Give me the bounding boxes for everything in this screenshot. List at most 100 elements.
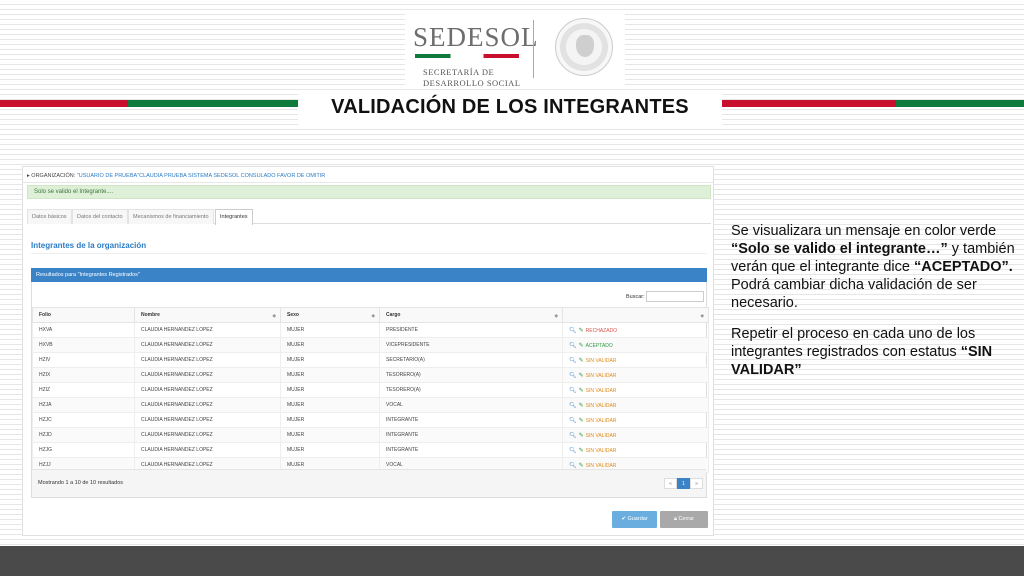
description: Se visualizara un mensaje en color verde… bbox=[731, 222, 1015, 392]
sort-icon: ◆ bbox=[272, 313, 276, 318]
view-icon[interactable]: 🔍︎ bbox=[569, 432, 577, 439]
edit-icon[interactable]: ✎ bbox=[579, 387, 584, 394]
tab-mecanismos-financiamiento[interactable]: Mecanismos de financiamiento bbox=[128, 209, 214, 224]
cell-acciones: 🔍︎ ✎ ACEPTADO bbox=[562, 337, 709, 353]
table-row: HXVB CLAUDIA HERNANDEZ LOPEZ MUJER VICEPRES… bbox=[32, 337, 709, 353]
cell-acciones: 🔍︎ ✎ SIN VALIDAR bbox=[562, 412, 709, 428]
save-button[interactable]: ✔ Guardar bbox=[612, 511, 657, 528]
view-icon[interactable]: 🔍︎ bbox=[569, 342, 577, 349]
status-badge: SIN VALIDAR bbox=[585, 387, 617, 394]
search-input[interactable] bbox=[646, 291, 704, 302]
cell-folio: HZIZ bbox=[32, 382, 135, 398]
column-header-acciones: ◆ bbox=[562, 307, 709, 323]
logo-divider bbox=[533, 20, 534, 78]
sort-icon: ◆ bbox=[700, 313, 704, 318]
cell-folio: HZJD bbox=[32, 427, 135, 443]
divider bbox=[23, 182, 713, 183]
cell-sexo: MUJER bbox=[280, 442, 380, 458]
tab-integrantes[interactable]: Integrantes bbox=[215, 209, 253, 225]
results-body: Buscar: Folio Nombre ◆ Sexo ◆ Cargo ◆ ◆ HXV… bbox=[31, 282, 709, 498]
close-button[interactable]: 🔒︎ Cerrar bbox=[660, 511, 708, 528]
cell-nombre: CLAUDIA HERNANDEZ LOPEZ bbox=[134, 352, 281, 368]
cell-folio: HZJG bbox=[32, 442, 135, 458]
flag-bar-left bbox=[0, 100, 298, 107]
view-icon[interactable]: 🔍︎ bbox=[569, 462, 577, 469]
view-icon[interactable]: 🔍︎ bbox=[569, 402, 577, 409]
cell-cargo: SECRETARIO(A) bbox=[379, 352, 563, 368]
cell-sexo: MUJER bbox=[280, 337, 380, 353]
column-header-sexo[interactable]: Sexo ◆ bbox=[280, 307, 380, 323]
cell-acciones: 🔍︎ ✎ SIN VALIDAR bbox=[562, 352, 709, 368]
edit-icon[interactable]: ✎ bbox=[579, 357, 584, 364]
cell-acciones: 🔍︎ ✎ SIN VALIDAR bbox=[562, 397, 709, 413]
tab-datos-basicos[interactable]: Datos básicos bbox=[27, 209, 72, 224]
alert-text: Solo se valido el Integrante.... bbox=[34, 189, 114, 195]
edit-icon[interactable]: ✎ bbox=[579, 417, 584, 424]
sort-icon: ◆ bbox=[554, 313, 558, 318]
organization-value[interactable]: "USUARIO DE PRUEBA"CLAUDIA PRUEBA SISTEM… bbox=[77, 173, 325, 179]
divider bbox=[31, 253, 707, 254]
cell-cargo: INTEGRANTE bbox=[379, 442, 563, 458]
edit-icon[interactable]: ✎ bbox=[579, 327, 584, 334]
table-row: HZIV CLAUDIA HERNANDEZ LOPEZ MUJER SECRETAR… bbox=[32, 352, 709, 368]
view-icon[interactable]: 🔍︎ bbox=[569, 387, 577, 394]
cell-acciones: 🔍︎ ✎ SIN VALIDAR bbox=[562, 427, 709, 443]
table-row: HZIZ CLAUDIA HERNANDEZ LOPEZ MUJER TESORERO… bbox=[32, 382, 709, 398]
column-header-cargo[interactable]: Cargo ◆ bbox=[379, 307, 563, 323]
logo-name: SEDESOL bbox=[413, 22, 539, 52]
cell-sexo: MUJER bbox=[280, 322, 380, 338]
cell-nombre: CLAUDIA HERNANDEZ LOPEZ bbox=[134, 442, 281, 458]
column-header-folio[interactable]: Folio bbox=[32, 307, 135, 323]
logo-tricolor-rule bbox=[415, 54, 519, 58]
flag-bar-right bbox=[722, 100, 1024, 107]
cell-cargo: INTEGRANTE bbox=[379, 427, 563, 443]
footer-bar bbox=[0, 546, 1024, 576]
edit-icon[interactable]: ✎ bbox=[579, 342, 584, 349]
title-box: VALIDACIÓN DE LOS INTEGRANTES bbox=[298, 90, 722, 128]
cell-folio: HXVB bbox=[32, 337, 135, 353]
table-row: HZJA CLAUDIA HERNANDEZ LOPEZ MUJER VOCAL 🔍︎ ✎… bbox=[32, 397, 709, 413]
cell-sexo: MUJER bbox=[280, 412, 380, 428]
status-badge: SIN VALIDAR bbox=[585, 402, 617, 409]
cell-nombre: CLAUDIA HERNANDEZ LOPEZ bbox=[134, 427, 281, 443]
cell-nombre: CLAUDIA HERNANDEZ LOPEZ bbox=[134, 397, 281, 413]
pager-prev-button[interactable]: « bbox=[664, 478, 677, 489]
pager-next-button[interactable]: » bbox=[690, 478, 703, 489]
status-badge: RECHAZADO bbox=[585, 327, 618, 334]
edit-icon[interactable]: ✎ bbox=[579, 432, 584, 439]
status-badge: SIN VALIDAR bbox=[585, 432, 617, 439]
table-row: HZIX CLAUDIA HERNANDEZ LOPEZ MUJER TESORERO… bbox=[32, 367, 709, 383]
logo-subtitle-line2: DESARROLLO SOCIAL bbox=[423, 78, 521, 88]
column-header-nombre[interactable]: Nombre ◆ bbox=[134, 307, 281, 323]
view-icon[interactable]: 🔍︎ bbox=[569, 417, 577, 424]
edit-icon[interactable]: ✎ bbox=[579, 402, 584, 409]
edit-icon[interactable]: ✎ bbox=[579, 372, 584, 379]
cell-nombre: CLAUDIA HERNANDEZ LOPEZ bbox=[134, 382, 281, 398]
edit-icon[interactable]: ✎ bbox=[579, 462, 584, 469]
results-header: Resultados para "Integrantes Registrados… bbox=[31, 268, 707, 282]
view-icon[interactable]: 🔍︎ bbox=[569, 447, 577, 454]
cell-cargo: TESORERO(A) bbox=[379, 367, 563, 383]
table-row: HZJC CLAUDIA HERNANDEZ LOPEZ MUJER INTEGRAN… bbox=[32, 412, 709, 428]
table-row: HZJD CLAUDIA HERNANDEZ LOPEZ MUJER INTEGRAN… bbox=[32, 427, 709, 443]
cell-folio: HXVA bbox=[32, 322, 135, 338]
view-icon[interactable]: 🔍︎ bbox=[569, 327, 577, 334]
cell-acciones: 🔍︎ ✎ RECHAZADO bbox=[562, 322, 709, 338]
organization-line: ▸ ORGANIZACIÓN: "USUARIO DE PRUEBA"CLAUD… bbox=[27, 173, 325, 179]
table-row: HXVA CLAUDIA HERNANDEZ LOPEZ MUJER PRESIDEN… bbox=[32, 322, 709, 338]
cell-acciones: 🔍︎ ✎ SIN VALIDAR bbox=[562, 442, 709, 458]
tab-datos-contacto[interactable]: Datos del contacto bbox=[72, 209, 128, 224]
status-badge: ACEPTADO bbox=[585, 342, 613, 349]
results-title: Resultados para "Integrantes Registrados… bbox=[36, 272, 140, 278]
view-icon[interactable]: 🔍︎ bbox=[569, 372, 577, 379]
sedesol-logo: SEDESOL SECRETARÍA DE DESARROLLO SOCIAL bbox=[405, 14, 625, 88]
cell-cargo: INTEGRANTE bbox=[379, 412, 563, 428]
view-icon[interactable]: 🔍︎ bbox=[569, 357, 577, 364]
logo-subtitle-line1: SECRETARÍA DE bbox=[423, 67, 495, 77]
cell-folio: HZIX bbox=[32, 367, 135, 383]
section-title: Integrantes de la organización bbox=[31, 241, 147, 250]
pager-page-1[interactable]: 1 bbox=[677, 478, 690, 489]
organization-label: ▸ ORGANIZACIÓN: bbox=[27, 173, 77, 179]
edit-icon[interactable]: ✎ bbox=[579, 447, 584, 454]
status-badge: SIN VALIDAR bbox=[585, 417, 617, 424]
